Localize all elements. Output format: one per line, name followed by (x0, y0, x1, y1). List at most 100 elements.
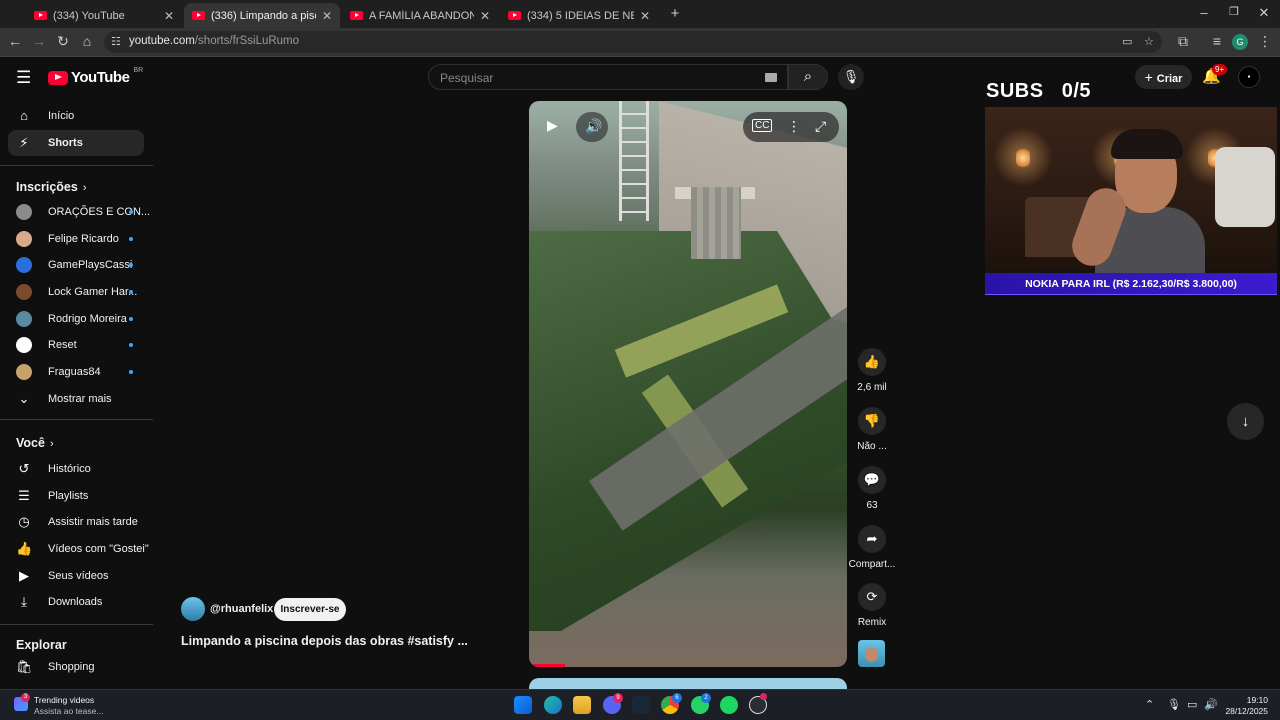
sidebar-item-history[interactable]: ↺ Histórico (8, 456, 144, 482)
menu-icon[interactable]: ☰ (16, 68, 31, 88)
file-explorer-icon[interactable] (573, 696, 591, 714)
keyboard-icon[interactable] (765, 73, 777, 82)
dislike-button[interactable]: 👎 (858, 407, 886, 435)
browser-toolbar: ← → ↻ ⌂ ☷ youtube.com/shorts/frSsiLuRumo… (0, 28, 1280, 57)
sidebar-item-your-videos[interactable]: ▶ Seus vídeos (8, 563, 144, 589)
new-tab-icon[interactable]: + (660, 5, 690, 22)
bookmark-star-icon[interactable]: ☆ (1144, 35, 1154, 48)
video-frame-ladder (619, 101, 649, 221)
extensions-icon[interactable]: ⧉ (1174, 33, 1192, 50)
cast-icon[interactable]: ▭ (1122, 35, 1132, 48)
browser-tab[interactable]: A FAMÍLIA ABANDONOU esse lugar ✕ (342, 3, 498, 28)
profile-avatar[interactable]: G (1232, 34, 1248, 50)
minimize-icon[interactable]: – (1189, 5, 1219, 20)
reload-icon[interactable]: ↻ (54, 33, 72, 50)
back-icon[interactable]: ← (6, 33, 24, 49)
sidebar-item-liked-videos[interactable]: 👍 Vídeos com "Gostei" (8, 536, 149, 562)
tab-close-icon[interactable]: ✕ (640, 9, 650, 23)
youtube-play-logo-icon (48, 70, 68, 85)
comments-button[interactable]: 💬 (858, 466, 886, 494)
fullscreen-icon[interactable]: ⤢ (815, 118, 826, 135)
like-button[interactable]: 👍 (858, 348, 886, 376)
browser-tab-active[interactable]: (336) Limpando a piscina depois das obra… (184, 3, 340, 28)
sidebar-item-shorts[interactable]: ⚡ Shorts (8, 130, 144, 156)
video-progress-bar[interactable] (533, 664, 565, 667)
voice-search-button[interactable]: 🎙 (838, 64, 864, 90)
address-bar[interactable]: ☷ youtube.com/shorts/frSsiLuRumo ▭ ☆ (104, 31, 1162, 53)
sidebar-item-subscription[interactable]: Reset (8, 332, 144, 358)
subscriptions-heading[interactable]: Inscrições › (16, 180, 87, 194)
home-button-icon[interactable]: ⌂ (78, 33, 96, 49)
sidebar-item-shopping[interactable]: 🛍 Shopping (8, 654, 144, 680)
obs-recording-dot (760, 693, 767, 700)
arrow-down-icon: ↓ (1241, 413, 1250, 430)
forward-icon[interactable]: → (30, 33, 48, 49)
channel-avatar[interactable] (181, 597, 205, 621)
clock-time[interactable]: 19:10 (1240, 695, 1268, 705)
youtube-logo[interactable]: YouTube BR (48, 67, 143, 86)
search-button[interactable]: ⌕ (788, 64, 828, 90)
sidebar-item-subscription[interactable]: Felipe Ricardo (8, 226, 144, 252)
widget-title[interactable]: Trending videos (34, 695, 94, 705)
share-button[interactable]: ➦ (858, 525, 886, 553)
restore-icon[interactable]: ❐ (1219, 5, 1249, 18)
sidebar-item-playlists[interactable]: ☰ Playlists (8, 483, 144, 509)
video-title[interactable]: Limpando a piscina depois das obras #sat… (181, 634, 468, 648)
channel-avatar (16, 231, 32, 247)
close-window-icon[interactable]: ✕ (1249, 5, 1279, 21)
next-video-button[interactable]: ↓ (1227, 403, 1264, 440)
browser-tab[interactable]: (334) 5 IDEIAS DE NEGÓCIOS PARA ✕ (500, 3, 658, 28)
media-controls-icon[interactable]: ≡ (1208, 33, 1226, 49)
account-avatar[interactable]: ● (1238, 66, 1260, 88)
sidebar-item-label: Mostrar mais (48, 393, 112, 405)
sidebar-item-label: Shopping (48, 661, 95, 673)
clock-date[interactable]: 28/12/2025 (1224, 706, 1268, 716)
sidebar-item-subscription[interactable]: Rodrigo Moreira (8, 306, 144, 332)
widget-subtitle[interactable]: Assista ao tease... (34, 706, 103, 716)
sidebar-item-label: Felipe Ricardo (48, 233, 119, 245)
volume-button[interactable]: 🔊 (576, 112, 608, 142)
sound-channel-avatar[interactable] (858, 640, 885, 667)
browser-tab[interactable]: (334) YouTube ✕ (26, 3, 182, 28)
site-info-icon[interactable]: ☷ (111, 35, 121, 48)
playlists-icon: ☰ (18, 488, 30, 503)
edge-icon[interactable] (544, 696, 562, 714)
start-icon[interactable] (514, 696, 532, 714)
create-button[interactable]: + Criar (1135, 65, 1192, 89)
speaker-icon[interactable]: 🔊 (1204, 698, 1218, 711)
tray-expand-icon[interactable]: ⌃ (1145, 698, 1154, 711)
browser-menu-icon[interactable]: ⋮ (1256, 33, 1274, 50)
microphone-tray-icon[interactable]: 🎙 (1167, 698, 1181, 711)
channel-avatar (16, 257, 32, 273)
sidebar-item-watch-later[interactable]: ◷ Assistir mais tarde (8, 509, 144, 535)
spotify-icon[interactable] (720, 696, 738, 714)
new-content-dot (129, 290, 133, 294)
steam-icon[interactable] (632, 696, 650, 714)
channel-name[interactable]: @rhuanfelix (210, 603, 273, 615)
short-video-player[interactable] (529, 101, 847, 667)
tab-close-icon[interactable]: ✕ (164, 9, 174, 23)
you-heading[interactable]: Você › (16, 436, 54, 450)
home-icon: ⌂ (20, 108, 28, 123)
subscribe-button[interactable]: Inscrever-se (274, 598, 346, 621)
network-icon[interactable]: ▭ (1187, 698, 1197, 711)
remix-button[interactable]: ⟳ (858, 583, 886, 611)
search-input[interactable]: Pesquisar (428, 64, 788, 90)
play-icon[interactable]: ▶ (547, 117, 558, 134)
tab-close-icon[interactable]: ✕ (480, 9, 490, 23)
captions-icon[interactable]: CC (752, 119, 773, 132)
more-options-icon[interactable]: ⋮ (787, 118, 801, 135)
tab-close-icon[interactable]: ✕ (322, 9, 332, 23)
sidebar-item-subscription[interactable]: Lock Gamer Har... (8, 279, 144, 305)
sidebar-item-home[interactable]: ⌂ Início (8, 103, 144, 129)
sidebar-item-show-more[interactable]: ⌄ Mostrar mais (8, 386, 144, 412)
widgets-badge: 3 (21, 693, 30, 702)
channel-avatar (16, 337, 32, 353)
thumbs-down-icon: 👎 (863, 413, 881, 428)
sidebar-item-subscription[interactable]: GamePlaysCassi (8, 252, 144, 278)
sidebar-item-subscription[interactable]: ORAÇÕES E CON... (8, 199, 150, 225)
chevron-down-icon: ⌄ (18, 391, 30, 406)
sidebar-item-downloads[interactable]: ⤓ Downloads (8, 589, 144, 615)
sidebar-item-subscription[interactable]: Fraguas84 (8, 359, 144, 385)
player-controls-right: CC ⋮ ⤢ (743, 112, 839, 142)
